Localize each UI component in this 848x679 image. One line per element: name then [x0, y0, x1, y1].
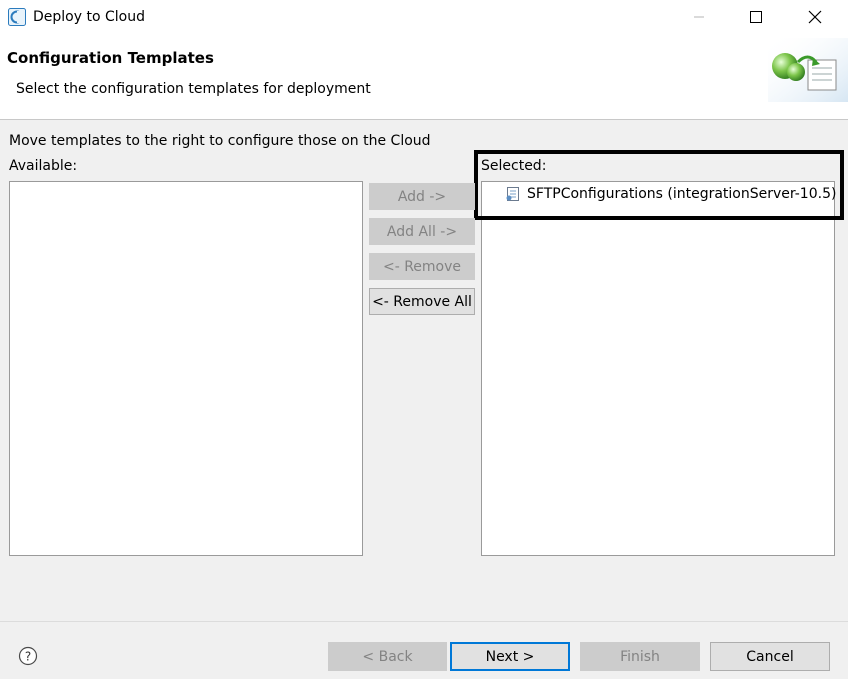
- page-description: Select the configuration templates for d…: [16, 81, 371, 97]
- available-label: Available:: [9, 158, 78, 174]
- list-item-label: SFTPConfigurations (integrationServer-10…: [527, 186, 837, 202]
- remove-all-button[interactable]: <- Remove All: [369, 288, 475, 315]
- add-all-button[interactable]: Add All ->: [369, 218, 475, 245]
- close-button[interactable]: [792, 0, 838, 34]
- cancel-button[interactable]: Cancel: [710, 642, 830, 671]
- add-button[interactable]: Add ->: [369, 183, 475, 210]
- minimize-button[interactable]: [676, 0, 722, 34]
- help-icon[interactable]: ?: [18, 646, 38, 666]
- svg-text:?: ?: [25, 650, 31, 664]
- back-button[interactable]: < Back: [328, 642, 447, 671]
- remove-button[interactable]: <- Remove: [369, 253, 475, 280]
- selected-list[interactable]: [481, 181, 835, 556]
- page-title: Configuration Templates: [7, 49, 214, 67]
- finish-button[interactable]: Finish: [580, 642, 700, 671]
- selected-label: Selected:: [481, 158, 547, 174]
- minimize-icon: [694, 16, 704, 18]
- available-list[interactable]: [9, 181, 363, 556]
- config-file-icon: [506, 187, 519, 201]
- footer-divider: [0, 621, 848, 622]
- instruction-text: Move templates to the right to configure…: [9, 133, 431, 149]
- window-title: Deploy to Cloud: [33, 9, 145, 25]
- wizard-banner: [0, 34, 848, 120]
- deploy-wizard-icon: [768, 38, 848, 102]
- maximize-button[interactable]: [733, 0, 779, 34]
- app-icon: [8, 8, 26, 26]
- next-button[interactable]: Next >: [450, 642, 570, 671]
- list-item[interactable]: SFTPConfigurations (integrationServer-10…: [505, 186, 836, 202]
- maximize-icon: [750, 11, 762, 23]
- close-icon: [808, 10, 822, 24]
